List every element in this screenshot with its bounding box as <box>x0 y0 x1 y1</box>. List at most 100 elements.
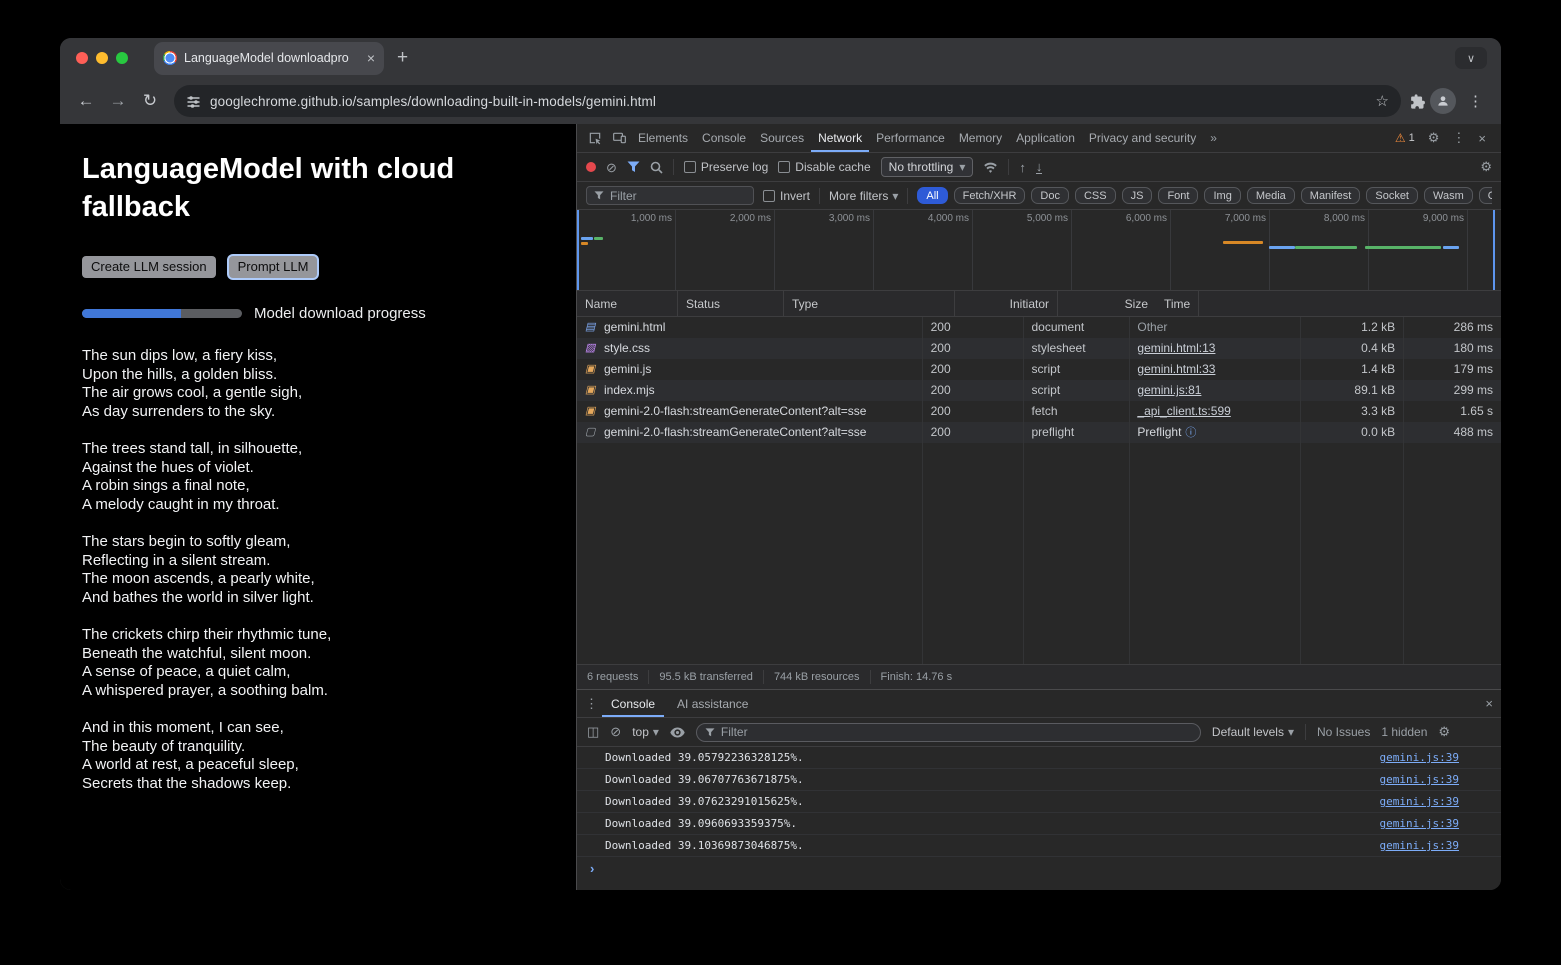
request-initiator-cell[interactable]: Otherⓘ <box>1129 317 1300 338</box>
more-filters-button[interactable]: More filters ▾ <box>829 189 898 203</box>
filter-pill[interactable]: CSS <box>1075 187 1116 204</box>
devtools-tab[interactable]: Elements <box>631 124 695 152</box>
clear-network-log-icon[interactable]: ⊘ <box>606 161 617 174</box>
close-window-button[interactable] <box>76 52 88 64</box>
network-request-row[interactable]: ▣gemini-2.0-flash:streamGenerateContent?… <box>577 401 1501 422</box>
more-panels-icon[interactable]: » <box>1203 131 1224 145</box>
drawer-menu-icon[interactable]: ⋮ <box>585 696 598 712</box>
filter-funnel-icon[interactable] <box>627 161 640 173</box>
request-name-cell[interactable]: ▣index.mjs <box>577 380 923 401</box>
overview-right-handle[interactable] <box>1493 210 1495 290</box>
extensions-puzzle-icon[interactable] <box>1409 93 1426 110</box>
devtools-tab[interactable]: Performance <box>869 124 952 152</box>
minimize-window-button[interactable] <box>96 52 108 64</box>
tab-search-button[interactable]: ∨ <box>1455 47 1487 69</box>
filter-pill[interactable]: Other <box>1479 187 1492 204</box>
forward-icon[interactable]: → <box>102 86 134 116</box>
url-text[interactable]: googlechrome.github.io/samples/downloadi… <box>210 94 1367 109</box>
throttling-select[interactable]: No throttling ▾ <box>881 157 974 177</box>
filter-pill[interactable]: Doc <box>1031 187 1069 204</box>
initiator-link[interactable]: gemini.js:81 <box>1137 383 1201 397</box>
column-header[interactable]: Name <box>577 291 678 316</box>
import-har-icon[interactable]: ↓ <box>1036 161 1043 174</box>
devtools-close-icon[interactable]: × <box>1478 131 1486 146</box>
filter-pill[interactable]: All <box>917 187 947 204</box>
request-name-cell[interactable]: ▢gemini-2.0-flash:streamGenerateContent?… <box>577 422 923 443</box>
initiator-link[interactable]: _api_client.ts:599 <box>1137 404 1230 418</box>
create-llm-session-button[interactable]: Create LLM session <box>82 256 216 278</box>
issues-status[interactable]: No Issues <box>1317 725 1370 739</box>
request-name-cell[interactable]: ▨style.css <box>577 338 923 359</box>
record-network-log-button[interactable] <box>586 162 596 172</box>
column-header[interactable]: Status <box>678 291 784 316</box>
network-request-row[interactable]: ▤gemini.html 200 document Otherⓘ 1.2 kB … <box>577 317 1501 338</box>
clear-console-icon[interactable]: ⊘ <box>610 724 621 740</box>
request-name-cell[interactable]: ▤gemini.html <box>577 317 923 338</box>
column-header[interactable]: Size <box>1058 291 1156 316</box>
filter-pill[interactable]: Socket <box>1366 187 1418 204</box>
drawer-close-icon[interactable]: × <box>1485 696 1493 711</box>
devtools-tab[interactable]: Memory <box>952 124 1009 152</box>
invert-checkbox[interactable]: Invert <box>763 189 810 203</box>
console-source-link[interactable]: gemini.js:39 <box>1380 751 1459 764</box>
devtools-tab[interactable]: Sources <box>753 124 811 152</box>
filter-pill[interactable]: Media <box>1247 187 1295 204</box>
disable-cache-checkbox[interactable]: Disable cache <box>778 160 870 174</box>
log-levels-select[interactable]: Default levels ▾ <box>1212 725 1294 739</box>
column-header[interactable]: Type <box>784 291 955 316</box>
console-source-link[interactable]: gemini.js:39 <box>1380 795 1459 808</box>
console-source-link[interactable]: gemini.js:39 <box>1380 773 1459 786</box>
preflight-info-icon[interactable]: ⓘ <box>1185 427 1196 439</box>
hidden-messages-count[interactable]: 1 hidden <box>1381 725 1427 739</box>
device-toolbar-icon[interactable] <box>607 124 631 152</box>
devtools-tab[interactable]: Privacy and security <box>1082 124 1203 152</box>
profile-avatar[interactable] <box>1430 88 1456 114</box>
initiator-link[interactable]: gemini.html:33 <box>1137 362 1215 376</box>
preserve-log-checkbox[interactable]: Preserve log <box>684 160 768 174</box>
reload-icon[interactable]: ↻ <box>134 86 166 116</box>
filter-pill[interactable]: JS <box>1122 187 1153 204</box>
maximize-window-button[interactable] <box>116 52 128 64</box>
export-har-icon[interactable]: ↑ <box>1019 161 1026 174</box>
request-initiator-cell[interactable]: gemini.js:81ⓘ <box>1129 380 1300 401</box>
initiator-link[interactable]: Preflight <box>1137 425 1181 439</box>
column-header[interactable]: Time <box>1156 291 1199 316</box>
execution-context-selector[interactable]: top ▾ <box>632 725 659 739</box>
devtools-menu-icon[interactable]: ⋮ <box>1452 130 1465 146</box>
filter-pill[interactable]: Fetch/XHR <box>954 187 1026 204</box>
network-request-row[interactable]: ▨style.css 200 stylesheet gemini.html:13… <box>577 338 1501 359</box>
browser-menu-icon[interactable]: ⋮ <box>1460 92 1491 110</box>
filter-pill[interactable]: Wasm <box>1424 187 1473 204</box>
devtools-settings-gear-icon[interactable]: ⚙ <box>1428 130 1440 146</box>
filter-pill[interactable]: Manifest <box>1301 187 1361 204</box>
network-request-row[interactable]: ▣gemini.js 200 script gemini.html:33ⓘ 1.… <box>577 359 1501 380</box>
tab-close-icon[interactable]: × <box>367 50 375 66</box>
network-filter-input[interactable]: Filter <box>586 186 754 205</box>
initiator-link[interactable]: Other <box>1137 320 1167 334</box>
network-settings-gear-icon[interactable]: ⚙ <box>1480 159 1492 175</box>
address-bar[interactable]: googlechrome.github.io/samples/downloadi… <box>174 85 1401 117</box>
network-request-row[interactable]: ▢gemini-2.0-flash:streamGenerateContent?… <box>577 422 1501 443</box>
drawer-tab[interactable]: AI assistance <box>668 690 757 717</box>
bookmark-star-icon[interactable]: ☆ <box>1376 92 1389 110</box>
network-conditions-icon[interactable] <box>983 161 998 174</box>
site-info-icon[interactable] <box>186 94 201 109</box>
search-icon[interactable] <box>650 161 663 174</box>
request-name-cell[interactable]: ▣gemini.js <box>577 359 923 380</box>
column-header[interactable]: Initiator <box>955 291 1058 316</box>
network-request-row[interactable]: ▣index.mjs 200 script gemini.js:81ⓘ 89.1… <box>577 380 1501 401</box>
prompt-llm-button[interactable]: Prompt LLM <box>229 256 318 278</box>
filter-pill[interactable]: Img <box>1204 187 1240 204</box>
console-source-link[interactable]: gemini.js:39 <box>1380 839 1459 852</box>
request-initiator-cell[interactable]: Preflight ⓘ <box>1129 422 1300 443</box>
issues-counter[interactable]: ⚠ 1 <box>1395 131 1415 145</box>
filter-pill[interactable]: Font <box>1158 187 1198 204</box>
network-overview-timeline[interactable]: 1,000 ms2,000 ms3,000 ms4,000 ms5,000 ms… <box>577 210 1501 291</box>
back-icon[interactable]: ← <box>70 86 102 116</box>
console-settings-gear-icon[interactable]: ⚙ <box>1438 724 1450 740</box>
request-name-cell[interactable]: ▣gemini-2.0-flash:streamGenerateContent?… <box>577 401 923 422</box>
request-initiator-cell[interactable]: _api_client.ts:599ⓘ <box>1129 401 1300 422</box>
inspect-element-icon[interactable] <box>583 124 607 152</box>
overview-left-handle[interactable] <box>577 210 579 290</box>
console-source-link[interactable]: gemini.js:39 <box>1380 817 1459 830</box>
